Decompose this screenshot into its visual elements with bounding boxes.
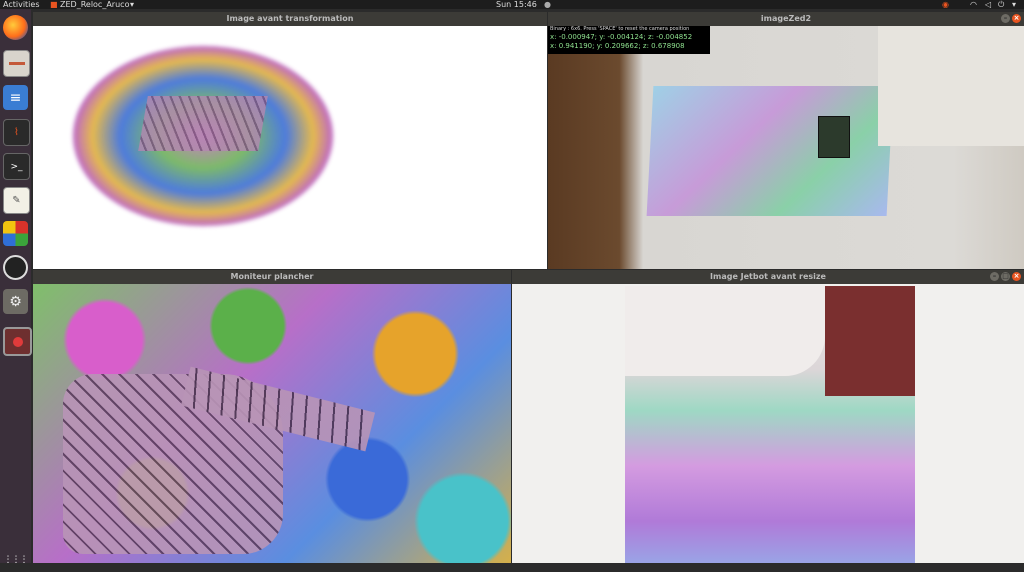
jetbot-view-area	[512, 284, 1024, 563]
window-title: Moniteur plancher	[230, 272, 314, 281]
maximize-icon[interactable]: □	[1001, 272, 1010, 281]
window-imagezed2[interactable]: imageZed2 – × Binary : 6x6. Press 'SPACE'…	[548, 12, 1024, 269]
show-applications-icon[interactable]: ⋮⋮⋮	[3, 547, 29, 572]
chevron-down-icon[interactable]: ▾	[130, 0, 134, 9]
recorder-icon[interactable]	[3, 327, 32, 356]
app-menu-icon: ■	[50, 0, 58, 9]
close-icon[interactable]: ×	[1012, 272, 1021, 281]
app-menu-label[interactable]: ZED_Reloc_Aruco	[60, 0, 129, 9]
obs-icon[interactable]	[3, 255, 28, 280]
floor-monitor-canvas	[33, 284, 511, 563]
wifi-icon[interactable]: ◠	[970, 0, 977, 9]
files-icon[interactable]	[3, 50, 30, 77]
activities-button[interactable]: Activities	[3, 0, 40, 9]
terminal-icon[interactable]: >_	[3, 153, 30, 180]
settings-icon[interactable]: ⚙	[3, 289, 28, 314]
obs-tray-icon[interactable]: ◉	[942, 0, 949, 9]
path-tiles	[138, 96, 268, 151]
chair	[825, 286, 915, 396]
dock: ≡ ⌇ >_ ✎ ⚙ ⋮⋮⋮	[0, 9, 32, 565]
top-bar: Activities ■ ZED_Reloc_Aruco ▾ Sun 15:46…	[0, 0, 1024, 9]
title-bar[interactable]: Moniteur plancher	[33, 270, 511, 284]
jetbot-robot	[818, 116, 850, 158]
title-bar[interactable]: Image avant transformation	[33, 12, 547, 26]
overlay-hint: Binary : 6x6. Press 'SPACE' to reset the…	[550, 26, 690, 32]
notification-indicator: ●	[544, 0, 551, 9]
window-title: Image Jetbot avant resize	[710, 272, 826, 281]
firefox-icon[interactable]	[3, 15, 28, 40]
title-bar[interactable]: imageZed2 – ×	[548, 12, 1024, 26]
system-monitor-icon[interactable]: ⌇	[3, 119, 30, 146]
power-icon[interactable]: ⏻	[998, 0, 1004, 9]
minimize-icon[interactable]: –	[990, 272, 999, 281]
system-menu-icon[interactable]: ▾	[1012, 0, 1016, 9]
projected-floor	[646, 86, 894, 216]
sofa	[878, 26, 1024, 146]
window-title: Image avant transformation	[226, 14, 354, 23]
app-icon[interactable]	[3, 221, 28, 246]
jetbot-camera-frame	[625, 286, 915, 563]
minimize-icon[interactable]: –	[1001, 14, 1010, 23]
title-bar[interactable]: Image Jetbot avant resize – □ ×	[512, 270, 1024, 284]
volume-icon[interactable]: ◁	[985, 0, 991, 9]
text-editor-icon[interactable]: ✎	[3, 187, 30, 214]
overlay-rotation: x: 0.941190; y: 0.209662; z: 0.678908	[550, 42, 685, 50]
close-icon[interactable]: ×	[1012, 14, 1021, 23]
window-image-jetbot-avant-resize[interactable]: Image Jetbot avant resize – □ ×	[512, 270, 1024, 563]
overlay-translation: x: -0.000947; y: -0.004124; z: -0.004852	[550, 33, 693, 41]
pose-overlay: Binary : 6x6. Press 'SPACE' to reset the…	[548, 26, 710, 54]
window-image-avant-transformation[interactable]: Image avant transformation	[33, 12, 547, 269]
window-moniteur-plancher[interactable]: Moniteur plancher	[33, 270, 511, 563]
document-viewer-icon[interactable]: ≡	[3, 85, 28, 110]
zed-camera-view: Binary : 6x6. Press 'SPACE' to reset the…	[548, 26, 1024, 269]
window-title: imageZed2	[760, 14, 812, 23]
sofa	[625, 286, 825, 376]
image-avant-transformation-canvas	[33, 26, 547, 269]
clock[interactable]: Sun 15:46	[496, 0, 537, 9]
